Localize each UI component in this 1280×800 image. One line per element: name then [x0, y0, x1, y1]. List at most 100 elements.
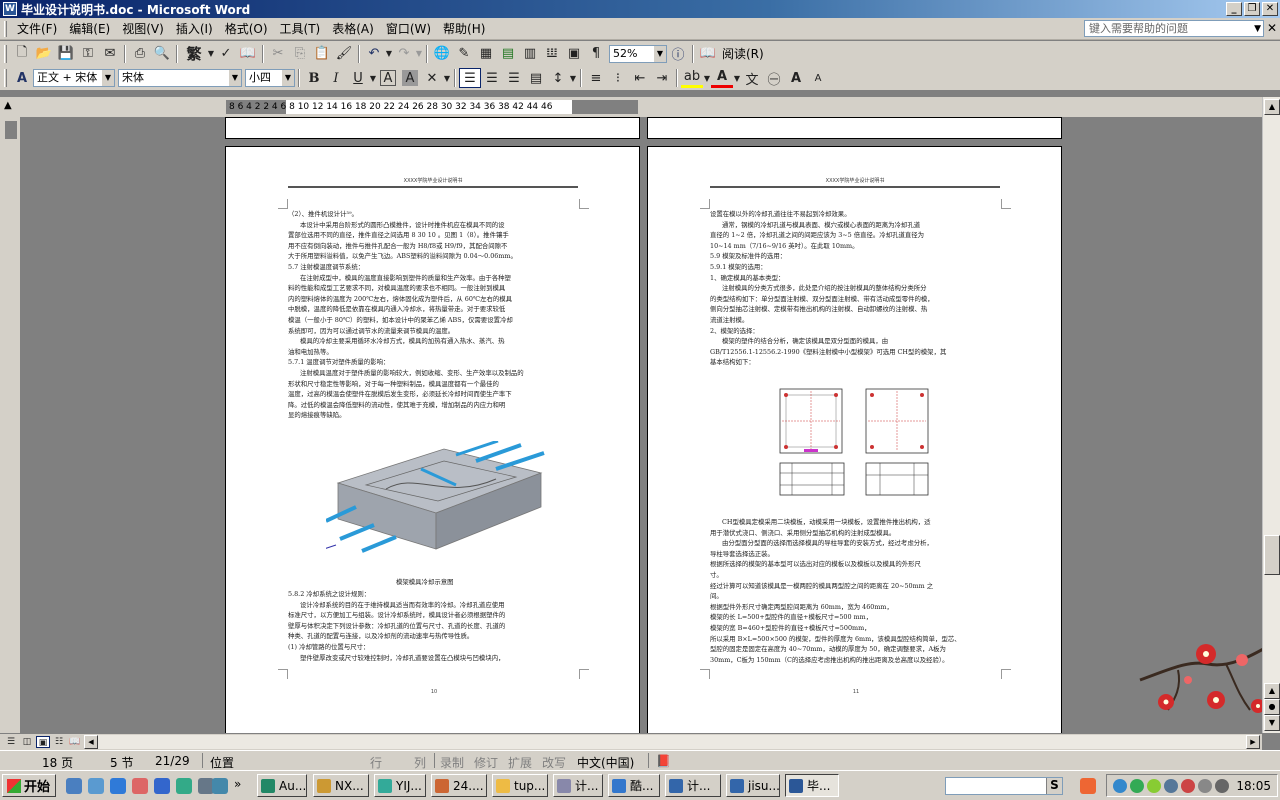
clock[interactable]: 18:05: [1236, 779, 1271, 793]
select-browse-object-icon[interactable]: ●: [1264, 699, 1280, 715]
redo-icon[interactable]: ↷: [393, 44, 415, 64]
menu-edit[interactable]: 编辑(E): [63, 20, 116, 37]
tab-selector-icon[interactable]: ▲: [4, 100, 12, 111]
scroll-left-icon[interactable]: ◀: [84, 735, 98, 749]
tables-borders-icon[interactable]: ✎: [453, 44, 475, 64]
underline-button[interactable]: U: [347, 68, 369, 88]
format-painter-icon[interactable]: 🖌: [333, 44, 355, 64]
insert-table-icon[interactable]: ▦: [475, 44, 497, 64]
next-page-icon[interactable]: ▼: [1264, 715, 1280, 731]
hyperlink-icon[interactable]: 🌐: [431, 44, 453, 64]
paste-icon[interactable]: 📋: [311, 44, 333, 64]
character-scaling-icon[interactable]: ✕: [421, 68, 443, 88]
decrease-indent-icon[interactable]: ⇤: [629, 68, 651, 88]
drawing-icon[interactable]: 𝍔: [541, 44, 563, 64]
chevron-down-icon[interactable]: ▼: [207, 44, 215, 64]
scroll-up-icon[interactable]: ▲: [1264, 99, 1280, 115]
spelling-status-icon[interactable]: 📕: [656, 754, 671, 768]
task-button[interactable]: Au...: [257, 774, 307, 797]
toolbar-grip[interactable]: [4, 69, 7, 87]
align-justify-icon[interactable]: ☰: [459, 68, 481, 88]
chevron-down-icon[interactable]: ▼: [282, 70, 294, 86]
page-10[interactable]: XXXX学院毕业设计说明书 （2）、推件机设计计³⁹。 本设计中采用台阶形式的圆…: [225, 146, 640, 733]
minimize-button[interactable]: _: [1226, 2, 1242, 16]
increase-indent-icon[interactable]: ⇥: [651, 68, 673, 88]
status-overtype[interactable]: 改写: [542, 754, 566, 771]
quicklaunch-more-icon[interactable]: »: [234, 777, 241, 791]
permission-icon[interactable]: ⚿: [77, 44, 99, 64]
volume-icon[interactable]: [1215, 778, 1229, 793]
save-icon[interactable]: 💾: [55, 44, 77, 64]
quicklaunch-icon[interactable]: [132, 778, 148, 794]
web-layout-icon[interactable]: ◫: [20, 736, 34, 748]
status-track-changes[interactable]: 修订: [474, 754, 498, 771]
task-button[interactable]: jisu...: [726, 774, 780, 797]
email-icon[interactable]: ✉: [99, 44, 121, 64]
task-button[interactable]: 24....: [431, 774, 487, 797]
scroll-right-icon[interactable]: ▶: [1246, 735, 1260, 749]
chevron-down-icon[interactable]: ▼: [703, 68, 711, 88]
distributed-align-icon[interactable]: ▤: [525, 68, 547, 88]
chevron-down-icon[interactable]: ▼: [569, 68, 577, 88]
task-button[interactable]: NX...: [313, 774, 369, 797]
menu-file[interactable]: 文件(F): [11, 20, 63, 37]
horizontal-scrollbar[interactable]: ◀ ▶: [84, 735, 1260, 749]
zoom-select[interactable]: 52% ▼: [609, 44, 667, 63]
document-close-icon[interactable]: ✕: [1267, 21, 1277, 35]
taskbar-search-button[interactable]: S: [1046, 778, 1062, 794]
word-app-icon[interactable]: W: [3, 2, 17, 16]
page-11[interactable]: XXXX学院毕业设计说明书 设置在模以外的冷却孔道往往不易起到冷却效果。 通常，…: [647, 146, 1062, 733]
shrink-font-icon[interactable]: A: [807, 68, 829, 88]
chevron-down-icon[interactable]: ▼: [102, 70, 114, 86]
style-select[interactable]: 正文 + 宋体 ▼: [33, 69, 115, 87]
menu-window[interactable]: 窗口(W): [380, 20, 437, 37]
menu-format[interactable]: 格式(O): [219, 20, 274, 37]
chevron-down-icon[interactable]: ▼: [385, 44, 393, 64]
status-record[interactable]: 录制: [440, 754, 464, 771]
grow-font-icon[interactable]: A: [785, 68, 807, 88]
new-document-icon[interactable]: 🗋: [11, 44, 33, 64]
help-dropdown-icon[interactable]: ▼: [1254, 22, 1261, 37]
start-button[interactable]: 开始: [2, 774, 56, 797]
bold-button[interactable]: B: [303, 68, 325, 88]
chevron-down-icon[interactable]: ▼: [733, 68, 741, 88]
print-layout-icon[interactable]: ▣: [36, 736, 50, 748]
line-spacing-icon[interactable]: ↕: [547, 68, 569, 88]
chevron-down-icon[interactable]: ▼: [654, 45, 666, 62]
help-search-input[interactable]: 键入需要帮助的问题 ▼: [1084, 20, 1264, 37]
task-button[interactable]: 酷...: [608, 774, 660, 797]
font-select[interactable]: 宋体 ▼: [118, 69, 242, 87]
restore-button[interactable]: ❐: [1244, 2, 1260, 16]
cut-icon[interactable]: ✂: [267, 44, 289, 64]
help-icon[interactable]: ⓘ: [667, 44, 689, 64]
highlight-icon[interactable]: ab: [681, 68, 703, 88]
copy-icon[interactable]: ⎘: [289, 44, 311, 64]
show-hide-icon[interactable]: ¶: [585, 44, 607, 64]
normal-view-icon[interactable]: ☰: [4, 736, 18, 748]
read-mode-icon[interactable]: 📖: [697, 44, 719, 64]
task-button[interactable]: YIJ...: [374, 774, 426, 797]
shield-icon[interactable]: [1130, 778, 1144, 793]
status-extend[interactable]: 扩展: [508, 754, 532, 771]
tray-app-icon[interactable]: [1080, 778, 1096, 794]
spelling-icon[interactable]: ✓: [215, 44, 237, 64]
phonetic-guide-button[interactable]: 文: [741, 68, 763, 88]
tray-icon[interactable]: [1198, 778, 1212, 793]
character-shading-icon[interactable]: A: [402, 70, 418, 86]
print-preview-icon[interactable]: 🔍: [151, 44, 173, 64]
chevron-down-icon[interactable]: ▼: [229, 70, 241, 86]
quicklaunch-icon[interactable]: [110, 778, 126, 794]
toolbar-grip[interactable]: [4, 44, 7, 63]
tray-icon[interactable]: [1113, 778, 1127, 793]
task-button[interactable]: 计...: [665, 774, 721, 797]
close-button[interactable]: ✕: [1262, 2, 1278, 16]
enclose-characters-icon[interactable]: ㊀: [763, 68, 785, 88]
task-button[interactable]: tup...: [492, 774, 548, 797]
quicklaunch-icon[interactable]: [66, 778, 82, 794]
menu-grip[interactable]: [4, 20, 7, 37]
previous-page-icon[interactable]: ▲: [1264, 683, 1280, 699]
numbering-icon[interactable]: ≡: [585, 68, 607, 88]
align-center-icon[interactable]: ☰: [481, 68, 503, 88]
reading-layout-icon[interactable]: 📖: [68, 736, 82, 748]
styles-formatting-icon[interactable]: A: [11, 68, 33, 88]
